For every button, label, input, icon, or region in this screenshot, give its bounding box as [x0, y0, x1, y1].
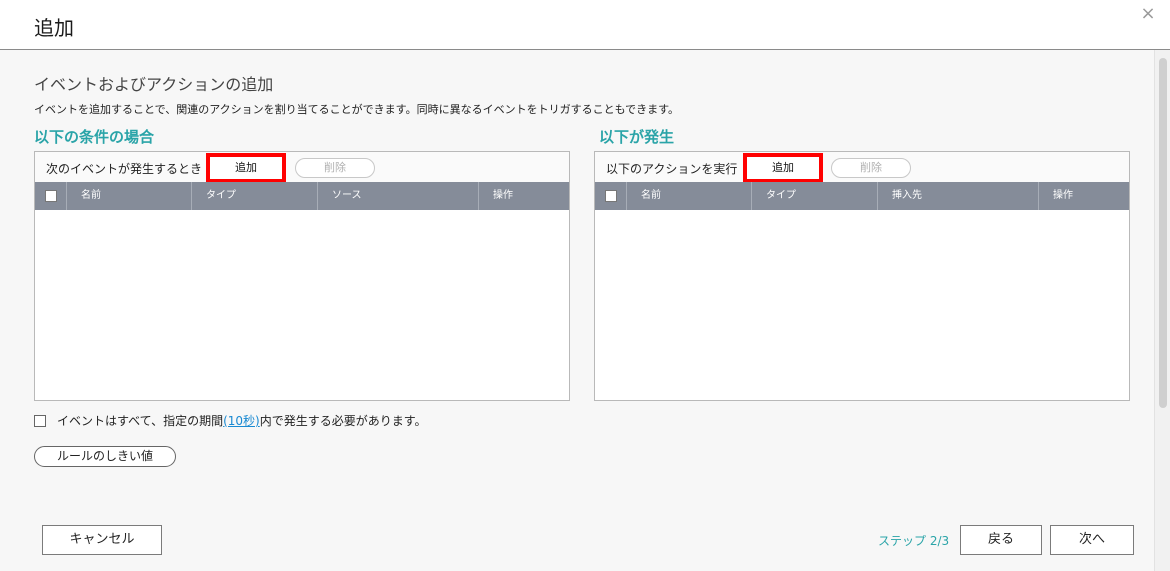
events-toolbar: 次のイベントが発生するとき 追加 削除: [35, 152, 569, 183]
actions-heading: 以下が発生: [599, 128, 675, 146]
column-header-source[interactable]: ソース: [318, 182, 479, 210]
column-header-type[interactable]: タイプ: [192, 182, 318, 210]
actions-table-header: 名前 タイプ 挿入先 操作: [595, 182, 1129, 210]
actions-toolbar: 以下のアクションを実行 追加 削除: [595, 152, 1129, 183]
column-header-action[interactable]: 操作: [479, 182, 569, 210]
time-window-checkbox[interactable]: [34, 414, 46, 427]
step-indicator: ステップ 2/3: [878, 534, 950, 548]
close-icon[interactable]: ×: [1138, 4, 1158, 24]
add-action-label: 追加: [772, 161, 794, 174]
actions-toolbar-label: 以下のアクションを実行: [606, 162, 738, 176]
add-event-button[interactable]: 追加: [206, 153, 286, 183]
column-header-name[interactable]: 名前: [67, 182, 192, 210]
time-window-option: イベントはすべて、指定の期間 (10秒) 内で発生する必要があります。: [34, 412, 427, 429]
delete-event-label: 削除: [324, 161, 346, 174]
column-header-type[interactable]: タイプ: [752, 182, 878, 210]
events-heading: 以下の条件の場合: [34, 128, 155, 146]
events-table-header: 名前 タイプ ソース 操作: [35, 182, 569, 210]
add-action-button[interactable]: 追加: [743, 153, 823, 183]
rule-threshold-button[interactable]: ルールのしきい値: [34, 446, 176, 467]
delete-event-button[interactable]: 削除: [295, 158, 375, 178]
scrollbar[interactable]: [1154, 50, 1170, 571]
cancel-button[interactable]: キャンセル: [42, 525, 162, 555]
checkbox[interactable]: [605, 190, 617, 202]
dialog-header: 追加 ×: [0, 0, 1170, 50]
time-window-link[interactable]: (10秒): [223, 412, 260, 429]
actions-select-all[interactable]: [595, 182, 627, 210]
time-window-text-after: 内で発生する必要があります。: [259, 414, 427, 428]
time-window-text-before: イベントはすべて、指定の期間: [57, 414, 224, 428]
scrollbar-thumb[interactable]: [1159, 58, 1167, 408]
column-header-name[interactable]: 名前: [627, 182, 752, 210]
events-toolbar-label: 次のイベントが発生するとき: [46, 162, 203, 176]
back-button[interactable]: 戻る: [960, 525, 1042, 555]
checkbox[interactable]: [45, 190, 57, 202]
actions-panel: 以下のアクションを実行 追加 削除 名前 タイプ 挿入先 操作: [594, 151, 1130, 401]
delete-action-label: 削除: [860, 161, 882, 174]
dialog-title: 追加: [34, 16, 74, 40]
column-header-action[interactable]: 操作: [1039, 182, 1129, 210]
column-header-destination[interactable]: 挿入先: [878, 182, 1039, 210]
events-panel: 次のイベントが発生するとき 追加 削除 名前 タイプ ソース 操作: [34, 151, 570, 401]
delete-action-button[interactable]: 削除: [831, 158, 911, 178]
section-title: イベントおよびアクションの追加: [34, 75, 274, 94]
add-event-label: 追加: [235, 161, 257, 174]
section-description: イベントを追加することで、関連のアクションを割り当てることができます。同時に異な…: [34, 103, 680, 116]
next-button[interactable]: 次へ: [1050, 525, 1134, 555]
events-select-all[interactable]: [35, 182, 67, 210]
